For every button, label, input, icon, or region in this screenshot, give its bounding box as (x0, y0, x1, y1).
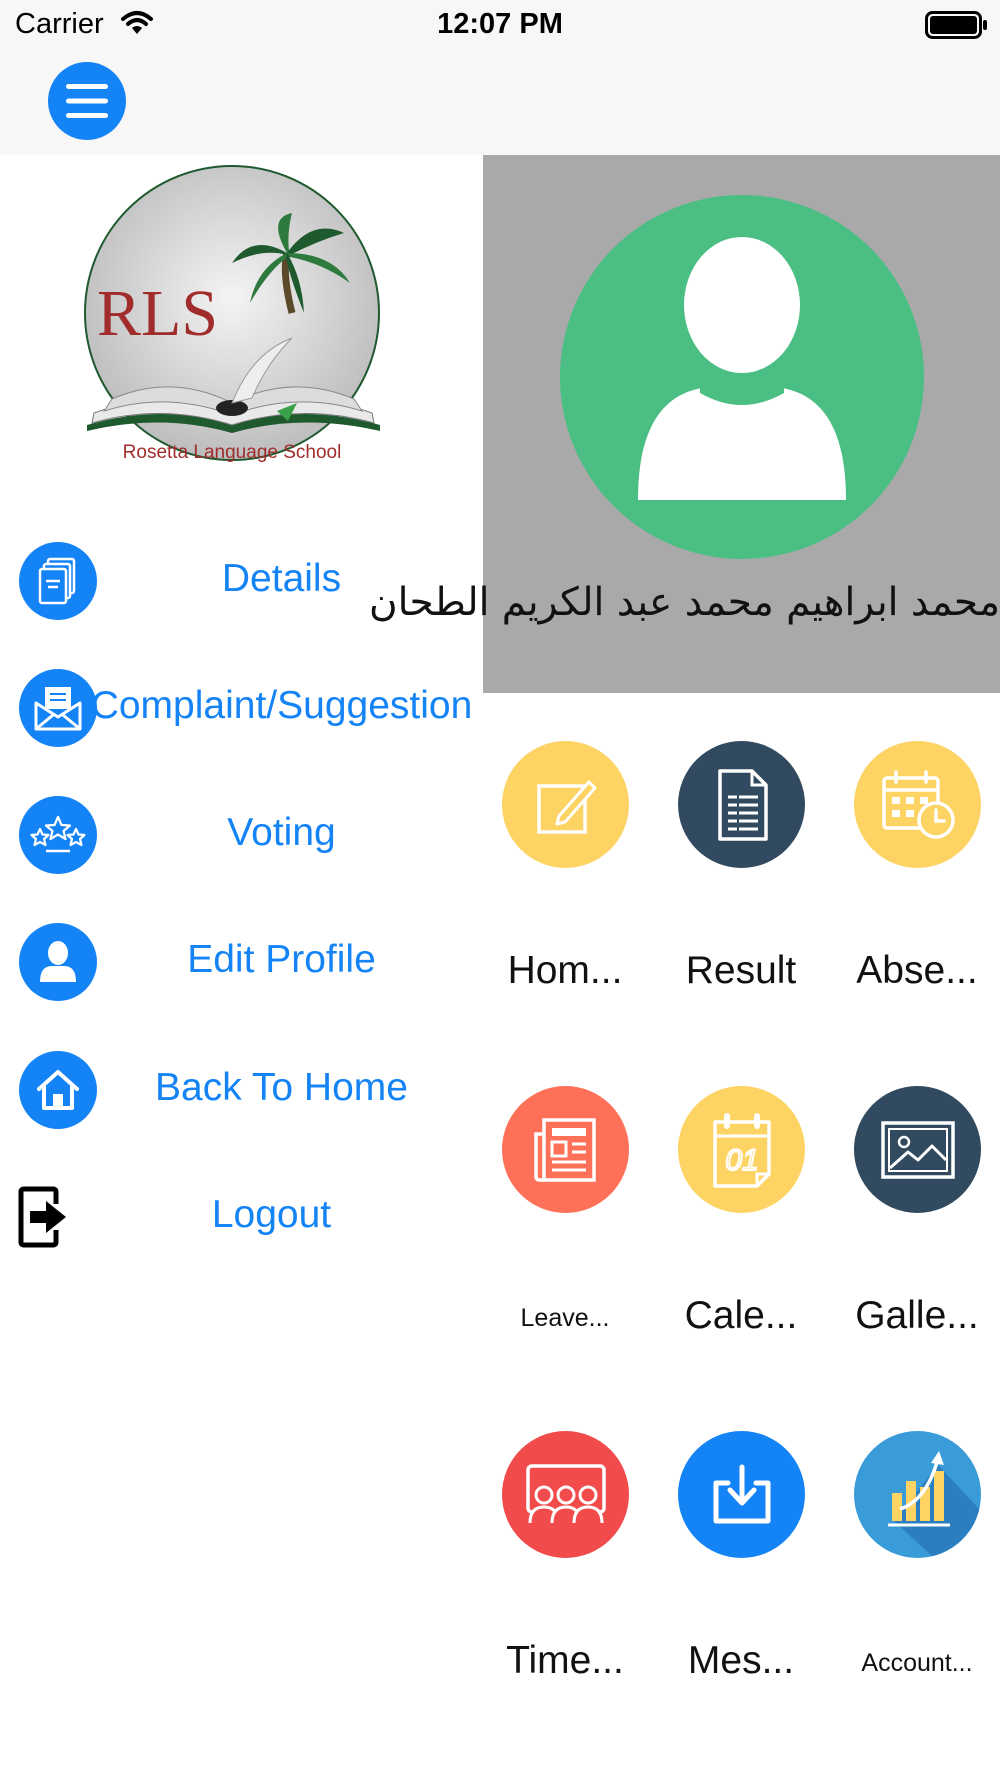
drawer-item-label: Voting (227, 811, 336, 854)
school-logo: RLS Rosetta Language School (82, 163, 400, 463)
profile-name: محمد ابراهيم محمد عبد الكريم الطحان (369, 580, 1000, 625)
logo-school-name: Rosetta Language School (123, 442, 342, 463)
image-gallery-icon (854, 1086, 981, 1213)
side-drawer: RLS Rosetta Language School Details Comp… (0, 155, 483, 1778)
drawer-item-label: Back To Home (155, 1066, 408, 1109)
drawer-item-complaint-suggestion[interactable]: Complaint/Suggestion (0, 660, 483, 756)
tile-label: Abse... (856, 949, 978, 992)
classroom-board-icon (502, 1431, 629, 1558)
tile-absence[interactable]: Abse... (837, 741, 997, 1031)
tile-calendar[interactable]: 01 Cale... (661, 1086, 821, 1376)
tile-label: Mes... (687, 1639, 795, 1682)
tile-label: Hom... (507, 949, 623, 992)
pencil-note-icon (502, 741, 629, 868)
tile-homework[interactable]: Hom... (485, 741, 645, 1031)
user-avatar-icon[interactable] (560, 195, 924, 559)
tile-leave[interactable]: Leave... (485, 1086, 645, 1376)
tile-label: Galle... (855, 1294, 979, 1337)
inbox-download-icon (678, 1431, 805, 1558)
battery-icon (925, 11, 989, 44)
dashboard: محمد ابراهيم محمد عبد الكريم الطحان Hom.… (369, 155, 1000, 1778)
drawer-item-label: Logout (211, 1193, 332, 1236)
tile-label: Account... (861, 1649, 973, 1677)
status-bar: Carrier 12:07 PM (0, 0, 1000, 50)
calendar-clock-icon (854, 741, 981, 868)
drawer-item-voting[interactable]: Voting (0, 787, 483, 883)
profile-header: محمد ابراهيم محمد عبد الكريم الطحان (369, 155, 1000, 693)
logo-monogram: RLS (97, 277, 218, 350)
tile-gallery[interactable]: Galle... (837, 1086, 997, 1376)
drawer-item-logout[interactable]: Logout (0, 1169, 483, 1265)
hamburger-menu-icon (66, 84, 108, 118)
tile-label: Time... (506, 1639, 624, 1682)
tile-result[interactable]: Result (661, 741, 821, 1031)
drawer-item-edit-profile[interactable]: Edit Profile (0, 914, 483, 1010)
tile-messages[interactable]: Mes... (661, 1431, 821, 1721)
svg-text:01: 01 (725, 1144, 758, 1177)
drawer-item-label: Edit Profile (187, 938, 376, 981)
tile-label: Result (685, 949, 797, 992)
hamburger-menu-button[interactable] (48, 62, 126, 140)
tile-label: Cale... (684, 1294, 798, 1337)
bar-chart-growth-icon (854, 1431, 981, 1558)
drawer-item-label: Complaint/Suggestion (90, 684, 473, 727)
newspaper-icon (502, 1086, 629, 1213)
navigation-bar (0, 50, 1000, 155)
drawer-item-back-to-home[interactable]: Back To Home (0, 1042, 483, 1138)
tile-timetable[interactable]: Time... (485, 1431, 645, 1721)
report-document-icon (678, 741, 805, 868)
calendar-01-icon: 01 (678, 1086, 805, 1213)
clock-time: 12:07 PM (437, 8, 563, 40)
tile-account[interactable]: Account... (837, 1431, 997, 1721)
tile-label: Leave... (520, 1304, 610, 1332)
